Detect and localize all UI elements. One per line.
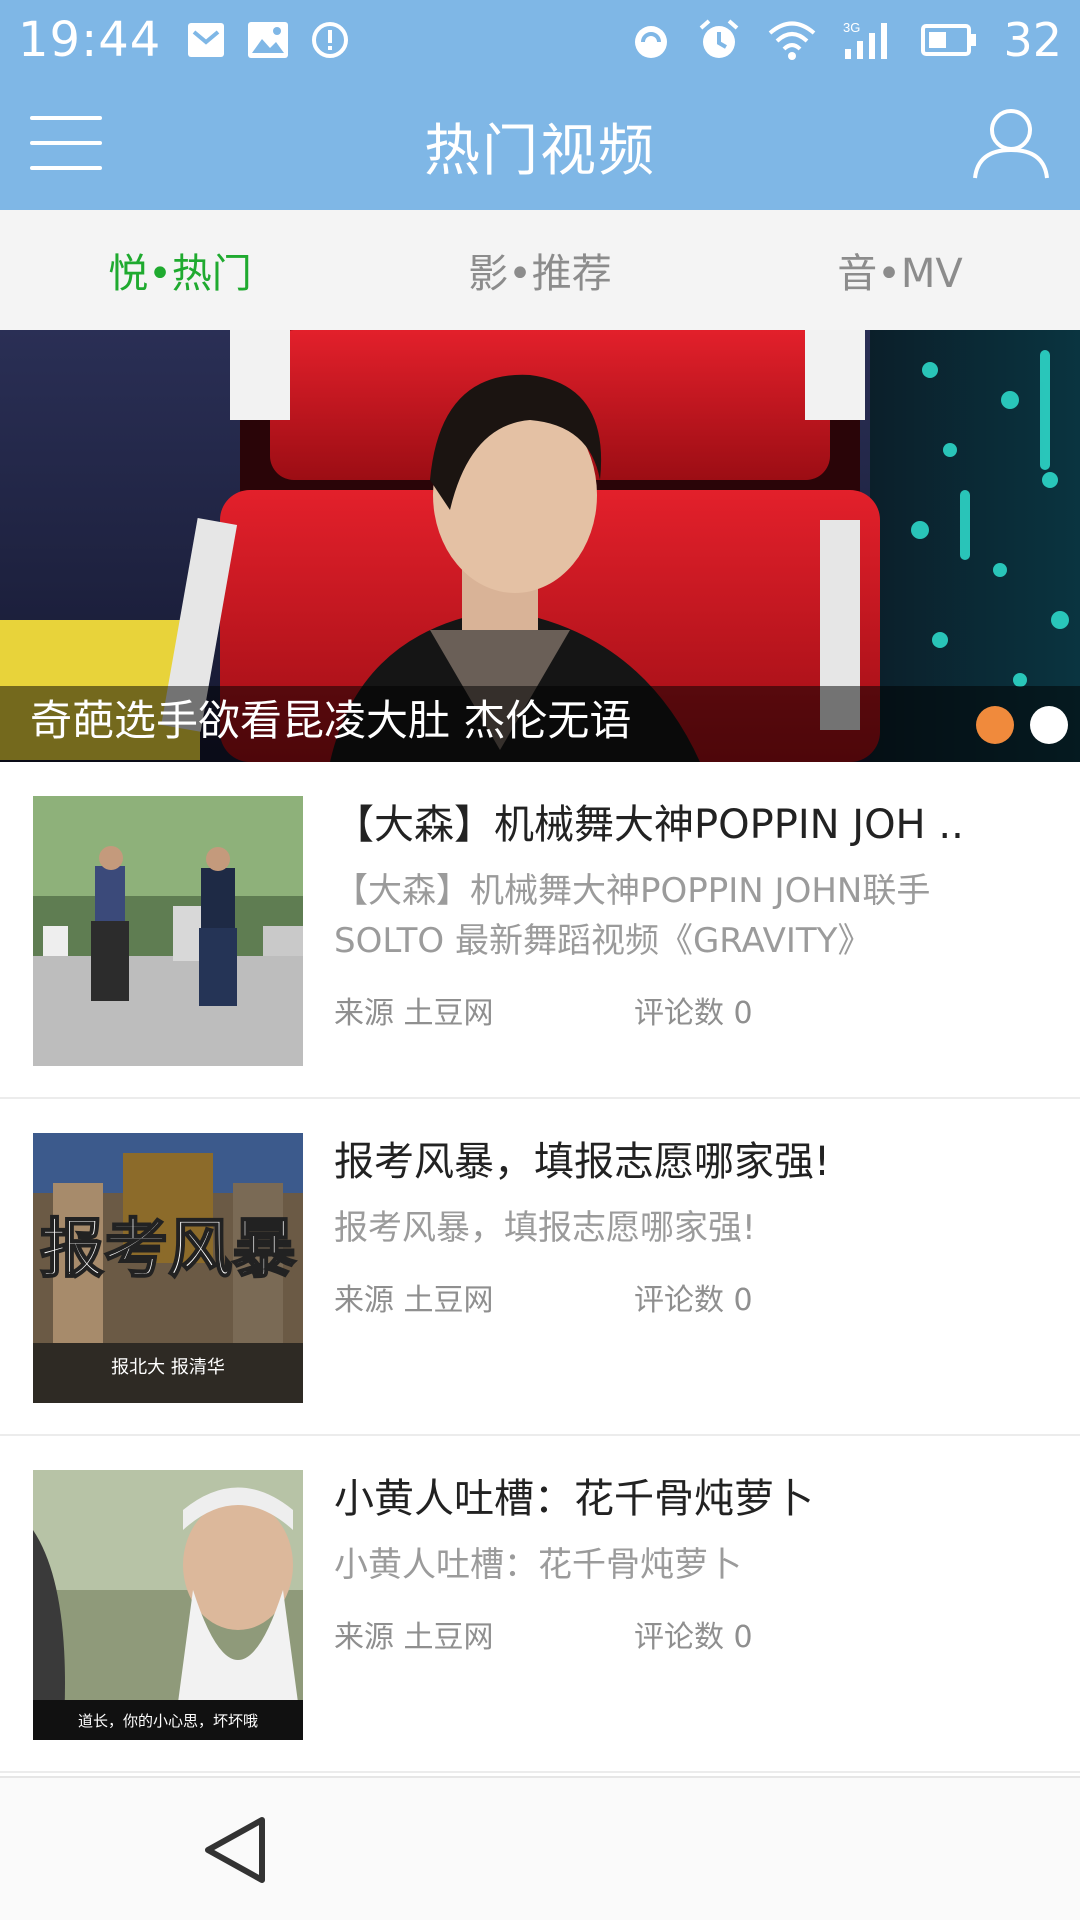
video-list: 【大森】机械舞大神POPPIN JOH .. 【大森】机械舞大神POPPIN J… [0, 762, 1080, 1773]
featured-banner[interactable]: 奇葩选手欲看昆凌大肚 杰伦无语 [0, 330, 1080, 762]
banner-caption: 奇葩选手欲看昆凌大肚 杰伦无语 [30, 696, 632, 745]
page-title: 热门视频 [424, 119, 656, 184]
video-comment-count: 评论数 0 [634, 1620, 753, 1655]
svg-text:3G: 3G [843, 20, 860, 35]
video-thumbnail: 道长，你的小心思，坏坏哦 [33, 1470, 303, 1740]
list-item[interactable]: 道长，你的小心思，坏坏哦 小黄人吐槽：花千骨炖萝卜 小黄人吐槽：花千骨炖萝卜 来… [0, 1436, 1080, 1773]
wifi-icon [769, 21, 816, 60]
video-title: 小黄人吐槽：花千骨炖萝卜 [334, 1476, 814, 1522]
banner-page-indicator [976, 706, 1068, 744]
video-description: 报考风暴，填报志愿哪家强! [334, 1208, 756, 1248]
app-bar: 19:44 3G 32 热门视频 [0, 0, 1080, 210]
thumbnail-caption: 报北大 报清华 [111, 1357, 225, 1378]
battery-icon [921, 24, 977, 56]
video-comment-count: 评论数 0 [634, 1283, 753, 1318]
banner-dot[interactable] [1030, 706, 1068, 744]
status-time: 19:44 [18, 12, 162, 68]
video-title: 报考风暴，填报志愿哪家强! [334, 1139, 831, 1185]
image-icon [248, 22, 289, 58]
alert-icon [312, 22, 349, 58]
system-nav-bar [0, 1776, 1080, 1920]
tab-mv[interactable]: 音•MV [720, 210, 1080, 330]
battery-level: 32 [1003, 13, 1062, 67]
title-bar: 热门视频 [0, 80, 1080, 210]
category-tabs: 悦•热门 影•推荐 音•MV [0, 210, 1080, 330]
back-triangle-icon[interactable] [200, 1814, 270, 1886]
thumbnail-caption: 道长，你的小心思，坏坏哦 [78, 1712, 258, 1730]
video-thumbnail: 报考风暴 报北大 报清华 [33, 1133, 303, 1403]
video-comment-count: 评论数 0 [634, 996, 753, 1031]
tab-hot[interactable]: 悦•热门 [0, 210, 360, 330]
list-item[interactable]: 【大森】机械舞大神POPPIN JOH .. 【大森】机械舞大神POPPIN J… [0, 762, 1080, 1099]
video-source: 来源 土豆网 [334, 1283, 494, 1318]
video-thumbnail [33, 796, 303, 1066]
user-profile-icon[interactable] [972, 106, 1050, 180]
tab-recommend[interactable]: 影•推荐 [360, 210, 720, 330]
list-item[interactable]: 报考风暴 报北大 报清华 报考风暴，填报志愿哪家强! 报考风暴，填报志愿哪家强!… [0, 1099, 1080, 1436]
video-title: 【大森】机械舞大神POPPIN JOH .. [334, 802, 964, 848]
video-description: 【大森】机械舞大神POPPIN JOHN联手SOLTO 最新舞蹈视频《GRAVI… [334, 871, 931, 961]
video-source: 来源 土豆网 [334, 1620, 494, 1655]
video-description: 小黄人吐槽：花千骨炖萝卜 [334, 1545, 742, 1585]
status-bar: 19:44 3G 32 [0, 0, 1080, 80]
mail-icon [188, 23, 225, 57]
sync-icon [635, 26, 668, 58]
alarm-icon [700, 19, 739, 58]
thumbnail-overlay-text: 报考风暴 [40, 1213, 296, 1287]
banner-dot-active[interactable] [976, 706, 1014, 744]
video-source: 来源 土豆网 [334, 996, 494, 1031]
signal-3g-icon: 3G [843, 20, 888, 59]
